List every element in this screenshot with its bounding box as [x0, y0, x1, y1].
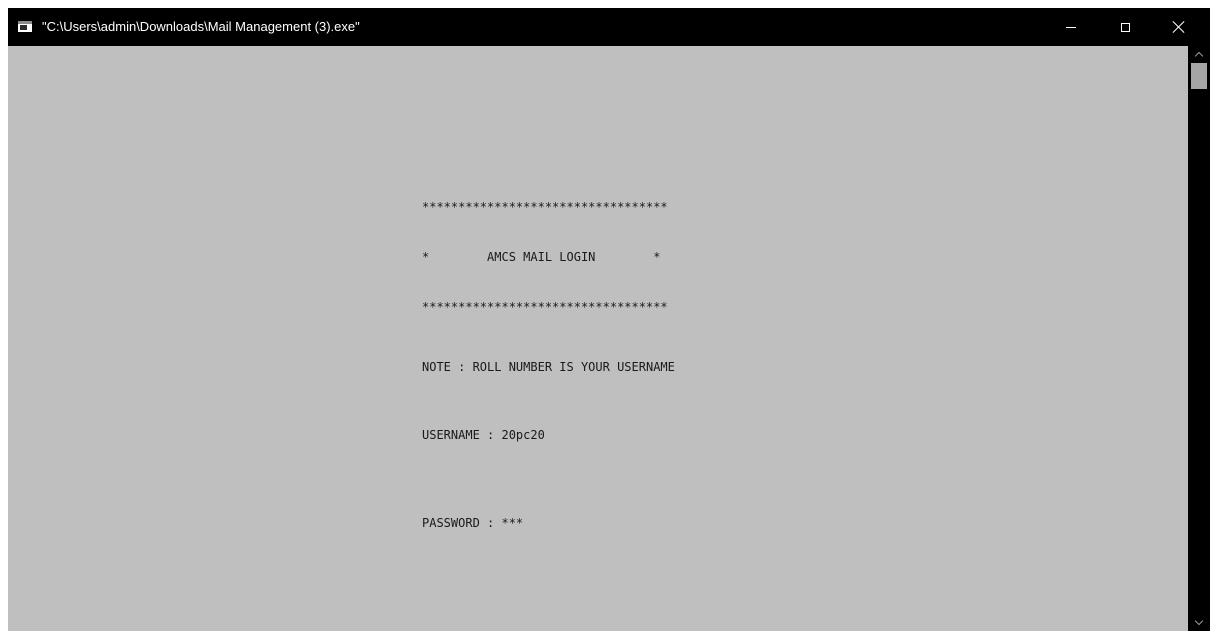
maximize-icon: [1120, 22, 1130, 32]
scroll-up-button[interactable]: [1188, 46, 1210, 62]
console-window: "C:\Users\admin\Downloads\Mail Managemen…: [8, 8, 1210, 631]
scroll-down-button[interactable]: [1188, 615, 1210, 631]
note-line: NOTE : ROLL NUMBER IS YOUR USERNAME: [422, 360, 675, 374]
vertical-scrollbar[interactable]: [1188, 46, 1210, 631]
chevron-up-icon: [1194, 51, 1204, 61]
window-title: "C:\Users\admin\Downloads\Mail Managemen…: [42, 19, 360, 34]
maximize-button[interactable]: [1102, 8, 1148, 46]
close-icon: [1173, 21, 1185, 33]
banner-title-line: * AMCS MAIL LOGIN *: [422, 250, 661, 264]
close-button[interactable]: [1156, 8, 1202, 46]
banner-top-line: **********************************: [422, 200, 668, 214]
password-prompt: PASSWORD : ***: [422, 516, 524, 530]
chevron-down-icon: [1194, 616, 1204, 626]
console-output-area[interactable]: ********************************** * AMC…: [8, 46, 1188, 631]
console-text: ********************************** * AMC…: [422, 168, 675, 562]
banner-bottom-line: **********************************: [422, 300, 668, 314]
minimize-icon: [1066, 26, 1076, 28]
minimize-button[interactable]: [1048, 8, 1094, 46]
title-bar[interactable]: "C:\Users\admin\Downloads\Mail Managemen…: [8, 8, 1210, 46]
username-prompt: USERNAME : 20pc20: [422, 428, 545, 442]
scrollbar-thumb[interactable]: [1191, 63, 1207, 89]
console-app-icon[interactable]: [18, 21, 32, 32]
